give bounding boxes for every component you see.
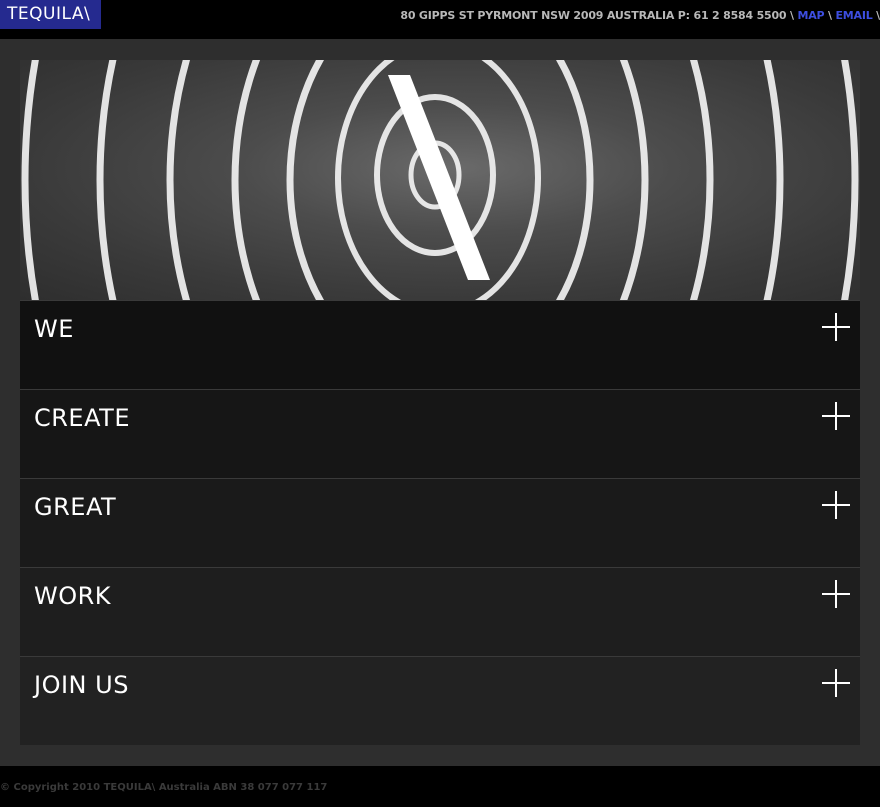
address-text: 80 GIPPS ST PYRMONT NSW 2009 AUSTRALIA P… <box>400 9 798 22</box>
accordion-item-create[interactable]: CREATE <box>20 389 860 478</box>
tequila-logo[interactable]: TEQUILA\ <box>0 0 101 29</box>
accordion-label: WE <box>34 315 74 343</box>
hero-spiral-image <box>20 60 860 300</box>
plus-icon[interactable] <box>822 669 850 697</box>
accordion-label: GREAT <box>34 493 117 521</box>
map-link[interactable]: MAP <box>797 9 824 22</box>
contact-address: 80 GIPPS ST PYRMONT NSW 2009 AUSTRALIA P… <box>400 9 880 22</box>
plus-icon[interactable] <box>822 313 850 341</box>
top-bar: TEQUILA\ 80 GIPPS ST PYRMONT NSW 2009 AU… <box>0 0 880 39</box>
accordion-item-work[interactable]: WORK <box>20 567 860 656</box>
spiral-artwork <box>21 60 859 300</box>
plus-icon[interactable] <box>822 402 850 430</box>
accordion-menu: WE CREATE GREAT WORK JOIN US <box>20 300 860 745</box>
accordion-item-we[interactable]: WE <box>20 300 860 389</box>
accordion-item-great[interactable]: GREAT <box>20 478 860 567</box>
trailing-separator: \ <box>872 9 880 22</box>
plus-icon[interactable] <box>822 580 850 608</box>
accordion-label: CREATE <box>34 404 130 432</box>
link-separator: \ <box>824 9 836 22</box>
accordion-label: JOIN US <box>34 671 129 699</box>
email-link[interactable]: EMAIL <box>835 9 872 22</box>
footer-copyright: © Copyright 2010 TEQUILA\ Australia ABN … <box>0 782 328 793</box>
accordion-item-join-us[interactable]: JOIN US <box>20 656 860 745</box>
accordion-label: WORK <box>34 582 112 610</box>
plus-icon[interactable] <box>822 491 850 519</box>
